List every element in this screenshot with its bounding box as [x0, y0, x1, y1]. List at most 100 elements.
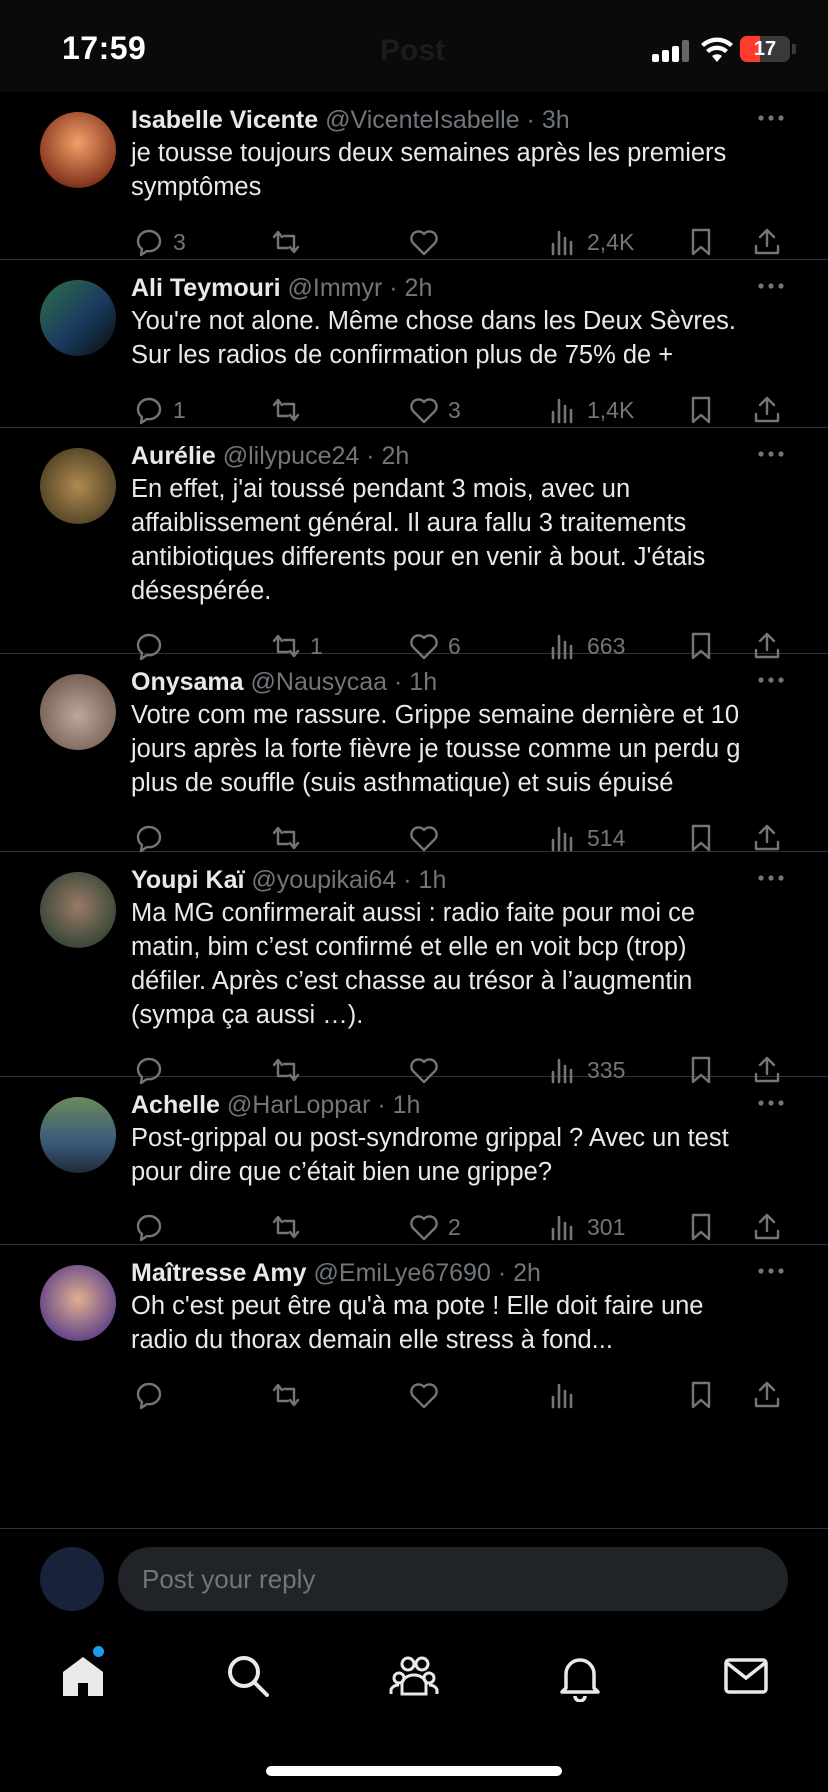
reply-button[interactable]: 3 [133, 224, 186, 260]
author-handle[interactable]: @HarLoppar [227, 1091, 371, 1119]
more-options-button[interactable] [756, 106, 786, 130]
views-count: 514 [587, 824, 626, 851]
share-button[interactable] [751, 224, 783, 260]
share-button[interactable] [751, 1377, 783, 1413]
author-handle[interactable]: @EmiLye67690 [314, 1259, 491, 1287]
more-options-button[interactable] [756, 1259, 786, 1283]
author-handle[interactable]: @Immyr [288, 274, 383, 302]
like-button[interactable]: 3 [408, 392, 461, 428]
tweet-item[interactable]: Aurélie @lilypuce24 · 2h En effet, j'ai t… [0, 428, 828, 661]
tweet-item[interactable]: Isabelle Vicente @VicenteIsabelle · 3h je… [0, 92, 828, 260]
share-icon [754, 1381, 780, 1408]
post-time: · 2h [366, 442, 410, 470]
repost-icon [272, 1215, 300, 1239]
reply-button[interactable]: 1 [133, 392, 186, 428]
tweet-text-line: je tousse toujours deux semaines après l… [131, 139, 727, 167]
author-name[interactable]: Maîtresse Amy [131, 1259, 307, 1287]
like-button[interactable] [408, 224, 448, 260]
avatar[interactable] [40, 674, 116, 750]
avatar[interactable] [40, 872, 116, 948]
reply-button[interactable] [133, 1377, 173, 1413]
views-count: 301 [587, 1213, 626, 1240]
tweet-text: Oh c'est peut être qu'à ma pote ! Elle d… [131, 1289, 778, 1357]
author-name[interactable]: Youpi Kaï [131, 866, 244, 894]
repost-button[interactable] [270, 820, 310, 856]
like-button[interactable] [408, 820, 448, 856]
tweet-item[interactable]: Youpi Kaï @youpikai64 · 1h Ma MG confirme… [0, 852, 828, 1085]
repost-button[interactable] [270, 1209, 310, 1245]
my-avatar[interactable] [40, 1547, 104, 1611]
views-button[interactable]: 2,4K [547, 224, 634, 260]
views-button[interactable] [547, 1377, 587, 1413]
more-options-button[interactable] [756, 274, 786, 298]
tweet-text-line: affaiblissement général. Il aura fallu 3… [131, 509, 687, 537]
tweet-text-line: jours après la forte fièvre je tousse co… [131, 735, 741, 763]
status-time: 17:59 [62, 30, 147, 66]
tweet-item[interactable]: Ali Teymouri @Immyr · 2h You're not alone… [0, 260, 828, 428]
status-bar: Post 17:59 17 [0, 0, 828, 92]
author-name[interactable]: Isabelle Vicente [131, 106, 318, 134]
avatar[interactable] [40, 280, 116, 356]
tweet-item[interactable]: Achelle @HarLoppar · 1h Post-grippal ou p… [0, 1077, 828, 1245]
tab-messages[interactable] [720, 1650, 772, 1702]
tweet-item[interactable]: Maîtresse Amy @EmiLye67690 · 2h Oh c'est … [0, 1245, 828, 1528]
header-title-faded: Post [380, 34, 446, 67]
author-name[interactable]: Ali Teymouri [131, 274, 281, 302]
author-handle[interactable]: @youpikai64 [251, 866, 396, 894]
like-button[interactable]: 2 [408, 1209, 461, 1245]
views-button[interactable]: 514 [547, 820, 625, 856]
replies-count: 3 [173, 228, 186, 255]
author-handle[interactable]: @Nausycaa [251, 668, 388, 696]
repost-button[interactable] [270, 224, 310, 260]
bell-icon [560, 1658, 600, 1703]
bookmark-button[interactable] [685, 392, 717, 428]
more-options-button[interactable] [756, 1091, 786, 1115]
more-icon [758, 1100, 784, 1106]
author-name[interactable]: Onysama [131, 668, 244, 696]
repost-button[interactable] [270, 392, 310, 428]
tab-search[interactable] [222, 1650, 274, 1702]
reply-button[interactable] [133, 1209, 173, 1245]
author-handle[interactable]: @VicenteIsabelle [325, 106, 519, 134]
views-button[interactable]: 1,4K [547, 392, 634, 428]
tab-communities[interactable] [388, 1650, 440, 1702]
reply-input[interactable] [118, 1547, 788, 1611]
avatar[interactable] [40, 112, 116, 188]
views-count: 1,4K [587, 396, 635, 423]
heart-icon [410, 826, 438, 852]
bookmark-icon [691, 824, 711, 852]
reply-button[interactable] [133, 820, 173, 856]
like-button[interactable] [408, 1377, 448, 1413]
bookmark-icon [691, 228, 711, 256]
author-name[interactable]: Achelle [131, 1091, 220, 1119]
avatar[interactable] [40, 1097, 116, 1173]
tweet-text-line: Sur les radios de confirmation plus de 7… [131, 341, 674, 369]
share-icon [754, 824, 780, 851]
repost-button[interactable] [270, 1377, 310, 1413]
tab-notifications[interactable] [554, 1650, 606, 1703]
more-icon [758, 1268, 784, 1274]
bookmark-button[interactable] [685, 820, 717, 856]
tweet-text-line: défiler. Après c’est chasse au trésor à … [131, 967, 693, 995]
bar-chart-icon [551, 1383, 573, 1409]
more-options-button[interactable] [756, 442, 786, 466]
reply-feed: Isabelle Vicente @VicenteIsabelle · 3h je… [0, 92, 828, 1528]
bookmark-button[interactable] [685, 224, 717, 260]
bookmark-button[interactable] [685, 1209, 717, 1245]
tweet-item[interactable]: Onysama @Nausycaa · 1h Votre com me rassu… [0, 654, 828, 853]
bookmark-button[interactable] [685, 1377, 717, 1413]
author-handle[interactable]: @lilypuce24 [223, 442, 360, 470]
avatar[interactable] [40, 448, 116, 524]
tweet-text-line: You're not alone. Même chose dans les De… [131, 307, 736, 335]
more-options-button[interactable] [756, 866, 786, 890]
avatar[interactable] [40, 1265, 116, 1341]
views-button[interactable]: 301 [547, 1209, 625, 1245]
share-button[interactable] [751, 392, 783, 428]
home-indicator [266, 1766, 562, 1776]
reply-composer [0, 1528, 828, 1628]
more-options-button[interactable] [756, 668, 786, 692]
author-name[interactable]: Aurélie [131, 442, 216, 470]
share-button[interactable] [751, 820, 783, 856]
share-button[interactable] [751, 1209, 783, 1245]
tab-home[interactable] [57, 1646, 109, 1702]
